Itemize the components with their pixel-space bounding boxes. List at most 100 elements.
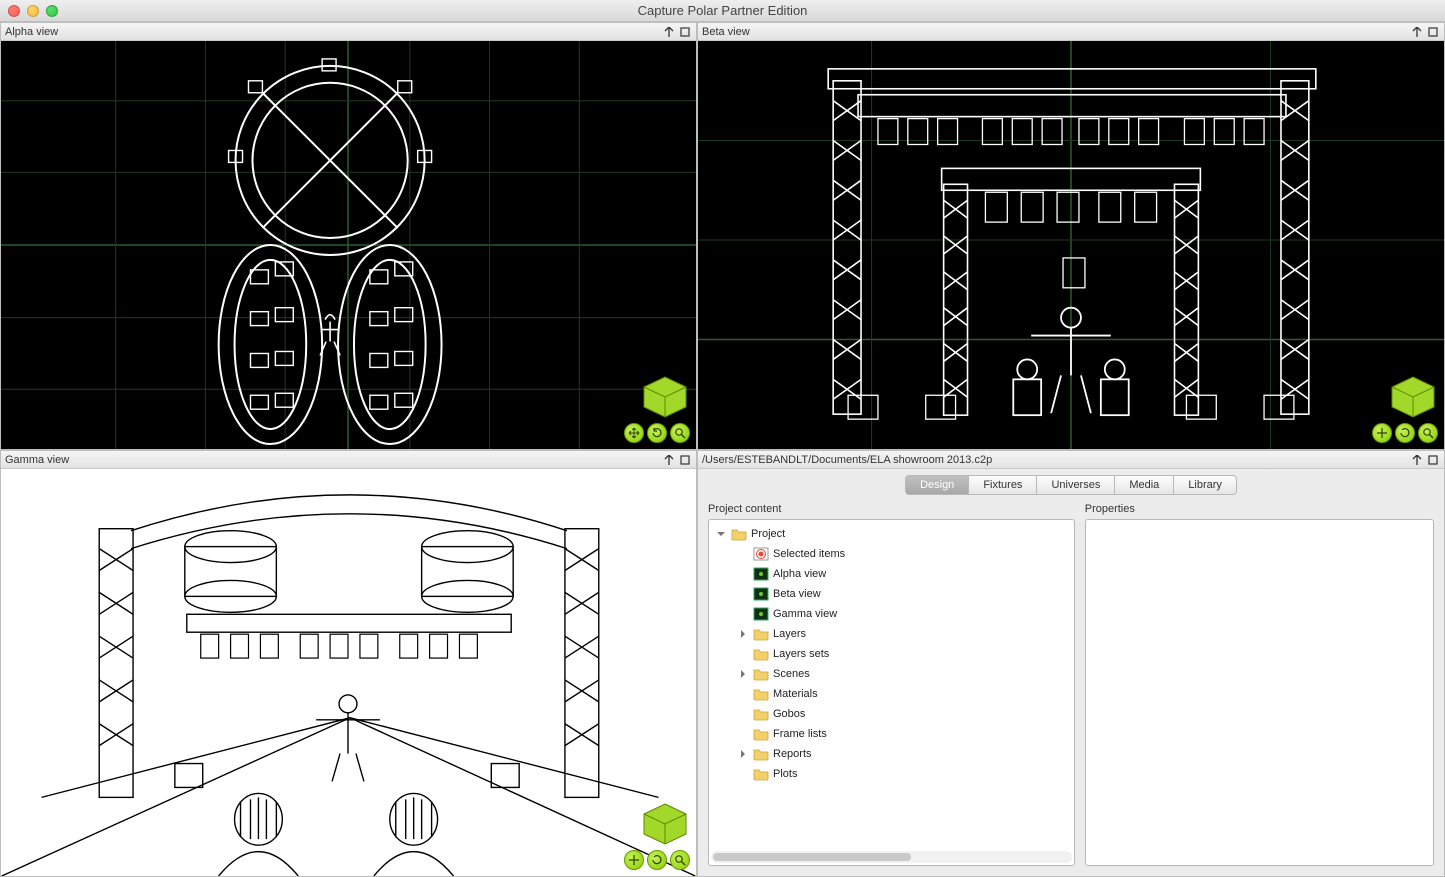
tree-row[interactable]: Materials [711, 684, 1072, 704]
tree-row[interactable]: Selected items [711, 544, 1072, 564]
orientation-cube-icon[interactable] [1388, 375, 1438, 419]
gamma-viewport[interactable] [1, 469, 696, 876]
pop-out-icon[interactable] [1410, 25, 1424, 39]
expand-icon[interactable] [678, 453, 692, 467]
folder-icon [753, 647, 769, 661]
tree-label: Selected items [773, 548, 845, 560]
window-title-bar: Capture Polar Partner Edition [0, 0, 1445, 22]
tree-label: Materials [773, 688, 818, 700]
tree-row[interactable]: Layers sets [711, 644, 1072, 664]
tab-design[interactable]: Design [905, 475, 969, 495]
project-tree[interactable]: Project Selected items Alpha view Beta view… [709, 520, 1074, 788]
view-icon [753, 607, 769, 621]
target-icon [753, 547, 769, 561]
nav-zoom-button[interactable] [670, 423, 690, 443]
project-tree-box[interactable]: Project Selected items Alpha view Beta view… [708, 519, 1075, 866]
gamma-view-panel: Gamma view [0, 450, 697, 877]
view-icon [753, 587, 769, 601]
tree-label: Gobos [773, 708, 805, 720]
workspace: Alpha view [0, 22, 1445, 877]
tower [833, 81, 861, 414]
properties-box[interactable] [1085, 519, 1434, 866]
zoom-window-button[interactable] [46, 5, 58, 17]
folder-icon [753, 707, 769, 721]
nav-zoom-button[interactable] [1418, 423, 1438, 443]
orientation-cube-icon[interactable] [640, 802, 690, 846]
beta-view-header[interactable]: Beta view [698, 23, 1444, 41]
tree-label: Frame lists [773, 728, 827, 740]
beta-viewport[interactable] [698, 41, 1444, 449]
project-panel-title: /Users/ESTEBANDLT/Documents/ELA showroom… [702, 454, 992, 466]
tree-label: Beta view [773, 588, 821, 600]
scrollbar-thumb[interactable] [713, 853, 911, 861]
expand-icon[interactable] [678, 25, 692, 39]
tree-label: Alpha view [773, 568, 826, 580]
alpha-view-panel: Alpha view [0, 22, 697, 450]
disclosure-triangle-icon[interactable] [737, 668, 749, 680]
tab-library[interactable]: Library [1173, 475, 1237, 495]
beta-view-title: Beta view [702, 26, 750, 38]
gamma-drawing [1, 469, 696, 876]
tree-label: Plots [773, 768, 797, 780]
nav-widget [1372, 375, 1438, 443]
tree-row[interactable]: Layers [711, 624, 1072, 644]
folder-icon [753, 667, 769, 681]
tree-row[interactable]: Beta view [711, 584, 1072, 604]
folder-icon [753, 767, 769, 781]
window-title: Capture Polar Partner Edition [0, 3, 1445, 18]
project-panel-header[interactable]: /Users/ESTEBANDLT/Documents/ELA showroom… [698, 451, 1444, 469]
tab-media[interactable]: Media [1114, 475, 1174, 495]
expand-icon[interactable] [1426, 25, 1440, 39]
alpha-drawing [1, 41, 696, 449]
tree-label: Project [751, 528, 785, 540]
folder-icon [753, 627, 769, 641]
orientation-cube-icon[interactable] [640, 375, 690, 419]
tree-label: Gamma view [773, 608, 837, 620]
horizontal-scrollbar[interactable] [711, 851, 1072, 863]
tab-universes[interactable]: Universes [1036, 475, 1115, 495]
nav-move-button[interactable] [1372, 423, 1392, 443]
tree-row[interactable]: Reports [711, 744, 1072, 764]
pop-out-icon[interactable] [662, 453, 676, 467]
folder-icon [731, 527, 747, 541]
traffic-lights [8, 5, 58, 17]
tree-label: Layers sets [773, 648, 829, 660]
tree-row[interactable]: Scenes [711, 664, 1072, 684]
nav-widget [624, 375, 690, 443]
nav-move-button[interactable] [624, 423, 644, 443]
pop-out-icon[interactable] [1410, 453, 1424, 467]
folder-icon [753, 727, 769, 741]
alpha-view-title: Alpha view [5, 26, 58, 38]
tree-label: Scenes [773, 668, 810, 680]
tab-row: Design Fixtures Universes Media Library [698, 469, 1444, 503]
tree-row[interactable]: Alpha view [711, 564, 1072, 584]
minimize-window-button[interactable] [27, 5, 39, 17]
pop-out-icon[interactable] [662, 25, 676, 39]
tree-label: Reports [773, 748, 812, 760]
alpha-view-header[interactable]: Alpha view [1, 23, 696, 41]
tree-row[interactable]: Frame lists [711, 724, 1072, 744]
nav-rotate-button[interactable] [1395, 423, 1415, 443]
alpha-viewport[interactable] [1, 41, 696, 449]
disclosure-triangle-icon[interactable] [737, 628, 749, 640]
nav-rotate-button[interactable] [647, 850, 667, 870]
disclosure-triangle-icon[interactable] [715, 528, 727, 540]
nav-rotate-button[interactable] [647, 423, 667, 443]
nav-zoom-button[interactable] [670, 850, 690, 870]
nav-widget [624, 802, 690, 870]
tree-row[interactable]: Project [711, 524, 1072, 544]
expand-icon[interactable] [1426, 453, 1440, 467]
tree-row[interactable]: Gamma view [711, 604, 1072, 624]
tree-row[interactable]: Plots [711, 764, 1072, 784]
disclosure-triangle-icon[interactable] [737, 748, 749, 760]
folder-icon [753, 687, 769, 701]
tree-row[interactable]: Gobos [711, 704, 1072, 724]
gamma-view-title: Gamma view [5, 454, 69, 466]
beta-drawing [698, 41, 1444, 449]
gamma-view-header[interactable]: Gamma view [1, 451, 696, 469]
tab-fixtures[interactable]: Fixtures [968, 475, 1037, 495]
inspector: Design Fixtures Universes Media Library … [698, 469, 1444, 876]
nav-move-button[interactable] [624, 850, 644, 870]
tower [1281, 81, 1309, 414]
close-window-button[interactable] [8, 5, 20, 17]
